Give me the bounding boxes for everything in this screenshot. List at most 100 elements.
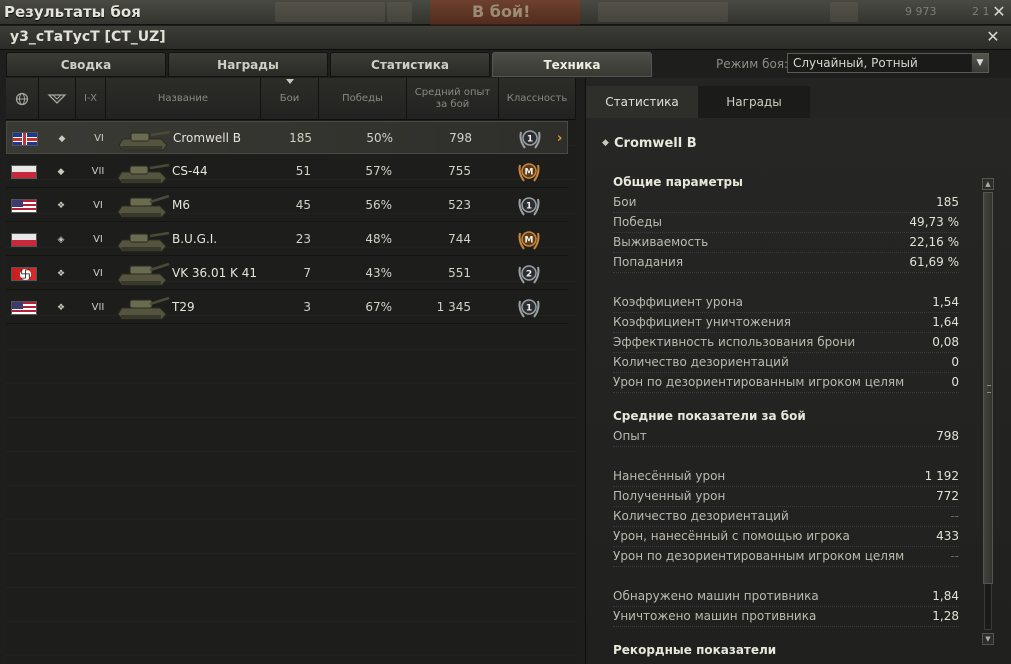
- section-general: Общие параметры: [613, 175, 743, 189]
- close-icon[interactable]: ✕: [984, 29, 1002, 47]
- battle-results-window: Результаты боя В бой! 9 973 2 1 ✕ у3_сТа…: [0, 0, 1011, 664]
- battle-mode-select[interactable]: Случайный, Ротный ▼: [787, 53, 989, 73]
- mastery-badge-icon: M: [516, 159, 542, 185]
- scroll-thumb[interactable]: [983, 192, 993, 584]
- stat-value: 798: [936, 429, 959, 443]
- details-body: ◆ Cromwell B Общие параметры Средние пока…: [586, 118, 1011, 664]
- battles-header[interactable]: Бои: [261, 78, 319, 120]
- stat-value: --: [950, 509, 959, 523]
- stat-row: Нанесённый урон 1 192: [613, 467, 959, 487]
- stat-label: Бои: [613, 195, 637, 209]
- scroll-down-icon[interactable]: ▼: [982, 633, 994, 645]
- flag-uk-icon: [12, 132, 38, 146]
- mastery-label: M: [525, 168, 534, 178]
- section-records: Рекордные показатели: [613, 643, 777, 657]
- flag-de-icon: [11, 267, 37, 281]
- tab-vehicles[interactable]: Техника: [492, 52, 652, 77]
- wins-cell: 56%: [365, 198, 392, 212]
- scroll-up-icon[interactable]: ▲: [982, 178, 994, 190]
- stat-row: Полученный урон 772: [613, 487, 959, 507]
- stat-row: Количество дезориентаций 0: [613, 353, 959, 373]
- mastery-label: 1: [526, 304, 532, 314]
- tab-details-awards[interactable]: Награды: [698, 86, 810, 118]
- tank-image: [114, 190, 170, 221]
- stat-row: Урон по дезориентированным игроком целям…: [613, 547, 959, 567]
- tank-image: [114, 292, 170, 323]
- tab-awards[interactable]: Награды: [168, 52, 328, 77]
- battles-cell: 7: [303, 266, 311, 280]
- wins-header[interactable]: Победы: [319, 78, 407, 120]
- light-tank-icon: ◆: [58, 134, 66, 144]
- mastery-label: M: [525, 236, 534, 246]
- battles-cell: 51: [295, 164, 311, 178]
- mastery-badge-icon: M: [516, 227, 542, 253]
- mastery-header[interactable]: Классность: [499, 78, 576, 120]
- stat-label: Выживаемость: [613, 235, 709, 249]
- vehicle-name-cell: VK 36.01 K 41: [172, 266, 258, 280]
- background-icon: [830, 2, 858, 22]
- name-header[interactable]: Название: [106, 78, 261, 120]
- vehicle-details-panel: Статистика Награды ◆ Cromwell B Общие пар…: [585, 78, 1011, 664]
- heavy-tank-icon: ❖: [56, 269, 66, 279]
- stat-value: 433: [936, 529, 959, 543]
- tier-header[interactable]: I-X: [76, 78, 106, 120]
- close-icon[interactable]: ✕: [990, 4, 1008, 22]
- vehicle-name-cell: B.U.G.I.: [172, 232, 218, 246]
- stat-value: 1,64: [932, 315, 959, 329]
- stat-label: Эффективность использования брони: [613, 335, 856, 349]
- mastery-label: 1: [527, 135, 533, 145]
- stat-label: Урон по дезориентированным игроком целям: [613, 549, 905, 563]
- background-button: [598, 2, 728, 22]
- stat-label: Победы: [613, 215, 662, 229]
- stat-row: Урон по дезориентированным игроком целям…: [613, 373, 959, 393]
- chevron-down-icon: ▼: [971, 54, 988, 72]
- nation-header[interactable]: [6, 78, 39, 120]
- table-row[interactable]: ◆ VI Cromwell B 185 50% 798 1 ›: [6, 121, 568, 154]
- battles-cell: 23: [295, 232, 311, 246]
- tank-image: [114, 224, 170, 255]
- stat-label: Количество дезориентаций: [613, 355, 789, 369]
- stat-value: 1 192: [924, 469, 959, 483]
- table-row[interactable]: ◈ VI B.U.G.I. 23 48% 744 M: [6, 223, 568, 256]
- tab-statistics[interactable]: Статистика: [330, 52, 490, 77]
- battle-mode-label: Режим боя:: [716, 57, 789, 71]
- background-button: [275, 2, 385, 22]
- battles-cell: 185: [289, 131, 312, 145]
- stat-row: Коэффициент урона 1,54: [613, 293, 959, 313]
- mastery-badge-icon: 1: [517, 126, 543, 152]
- table-row[interactable]: ❖ VII T29 3 67% 1 345 1: [6, 291, 568, 324]
- type-header[interactable]: [39, 78, 76, 120]
- stat-value: 1,28: [932, 609, 959, 623]
- wins-cell: 67%: [365, 300, 392, 314]
- stat-row: Уничтожено машин противника 1,28: [613, 607, 959, 627]
- vehicle-name-cell: CS-44: [172, 164, 208, 178]
- stat-value: 185: [936, 195, 959, 209]
- stat-value: 22,16 %: [909, 235, 959, 249]
- main-tabs: Сводка Награды Статистика Техника: [6, 52, 652, 78]
- table-row[interactable]: ❖ VI M6 45 56% 523 1: [6, 189, 568, 222]
- medium-tank-icon: ◈: [57, 235, 65, 245]
- vehicle-name-cell: T29: [172, 300, 195, 314]
- flag-us-icon: [11, 199, 37, 213]
- window-header: у3_сТаТусТ [CT_UZ] ✕: [0, 26, 1011, 50]
- stat-value: 0,08: [932, 335, 959, 349]
- tab-summary[interactable]: Сводка: [6, 52, 166, 77]
- light-tank-icon: ◆: [602, 138, 609, 148]
- flag-pl-icon: [11, 165, 37, 179]
- table-row[interactable]: ❖ VI VK 36.01 K 41 7 43% 551 2: [6, 257, 568, 290]
- battle-mode-value: Случайный, Ротный: [793, 56, 918, 70]
- avg-xp-cell: 744: [448, 232, 471, 246]
- tab-details-statistics[interactable]: Статистика: [586, 86, 698, 118]
- wins-cell: 43%: [365, 266, 392, 280]
- vehicle-type-icon: [47, 94, 67, 104]
- avg-xp-header[interactable]: Средний опыт за бой: [407, 78, 499, 120]
- stat-label: Уничтожено машин противника: [613, 609, 817, 623]
- stat-label: Коэффициент уничтожения: [613, 315, 791, 329]
- vehicle-name-cell: M6: [172, 198, 190, 212]
- mastery-badge-icon: 2: [516, 261, 542, 287]
- table-row[interactable]: ◆ VII CS-44 51 57% 755 M: [6, 155, 568, 188]
- mastery-label: 2: [526, 270, 532, 280]
- chevron-right-icon: ›: [557, 131, 563, 146]
- scrollbar[interactable]: ▲ ▼: [982, 178, 994, 664]
- stat-value: 61,69 %: [909, 255, 959, 269]
